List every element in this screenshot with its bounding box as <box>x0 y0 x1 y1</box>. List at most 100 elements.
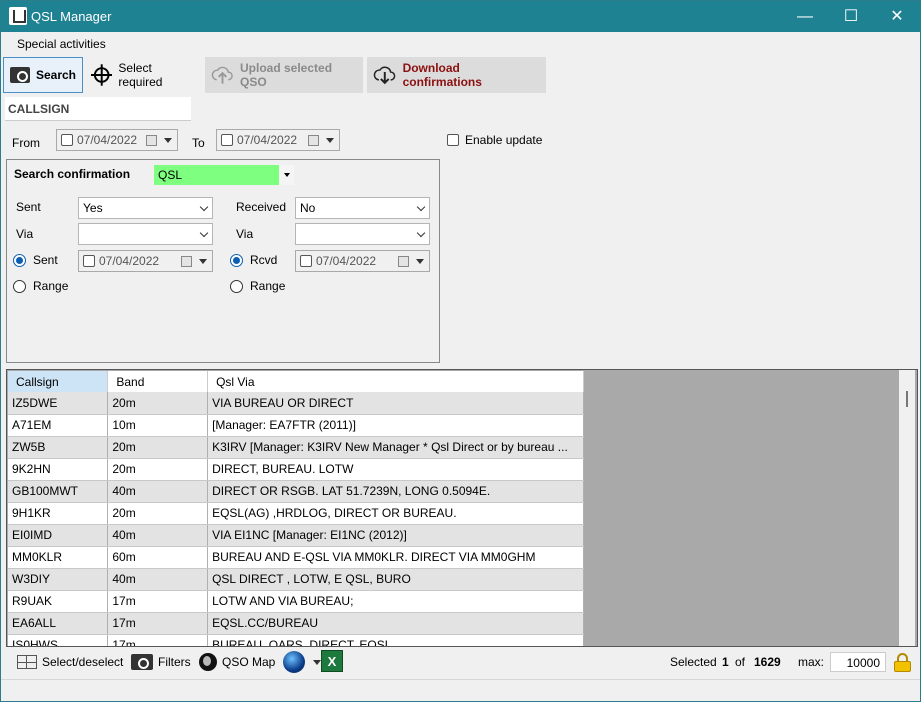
enable-update-box[interactable] <box>447 134 459 146</box>
radio-rcvd-dot[interactable] <box>230 253 243 267</box>
received-via-select[interactable] <box>295 223 430 245</box>
from-date-checkbox[interactable] <box>61 134 73 146</box>
to-date-picker[interactable]: 07/04/2022 <box>216 129 340 151</box>
table-row[interactable]: EA6ALL 17m EQSL.CC/BUREAU <box>8 612 584 635</box>
cell-qsl-via[interactable]: EQSL.CC/BUREAU <box>207 612 584 635</box>
filters-label: Filters <box>158 655 191 669</box>
cell-band[interactable]: 20m <box>107 458 209 481</box>
cell-band[interactable]: 20m <box>107 392 209 415</box>
table-row[interactable]: ZW5B 20m K3IRV [Manager: K3IRV New Manager… <box>8 436 584 459</box>
lock-icon[interactable] <box>894 653 911 672</box>
cell-band[interactable]: 40m <box>107 524 209 547</box>
cell-band[interactable]: 17m <box>107 634 209 646</box>
menu-special-activities[interactable]: Special activities <box>17 37 106 51</box>
maximize-button[interactable]: ☐ <box>828 1 874 32</box>
cell-qsl-via[interactable]: K3IRV [Manager: K3IRV New Manager * Qsl … <box>207 436 584 459</box>
table-row[interactable]: GB100MWT 40m DIRECT OR RSGB. LAT 51.7239N,… <box>8 480 584 503</box>
cell-band[interactable]: 40m <box>107 480 209 503</box>
cell-qsl-via[interactable]: EQSL(AG) ,HRDLOG, DIRECT OR BUREAU. <box>207 502 584 525</box>
cell-qsl-via[interactable]: BUREAU AND E-QSL VIA MM0KLR. DIRECT VIA … <box>207 546 584 569</box>
sent-label: Sent <box>16 200 41 214</box>
from-date-picker[interactable]: 07/04/2022 <box>56 129 178 151</box>
filters-button[interactable]: Filters <box>131 652 191 672</box>
qso-map-button[interactable]: QSO Map <box>199 652 275 672</box>
cell-callsign[interactable]: ZW5B <box>8 436 109 459</box>
cell-qsl-via[interactable]: BUREAU, QARS, DIRECT, EQSL <box>207 634 584 646</box>
cell-band[interactable]: 17m <box>107 612 209 635</box>
table-row[interactable]: W3DIY 40m QSL DIRECT , LOTW, E QSL, BURO <box>8 568 584 591</box>
to-date-checkbox[interactable] <box>221 134 233 146</box>
cell-callsign[interactable]: EI0IMD <box>8 524 109 547</box>
cell-band[interactable]: 20m <box>107 436 209 459</box>
sent-date-picker[interactable]: 07/04/2022 <box>78 250 213 272</box>
download-confirmations-button[interactable]: Download confirmations <box>367 57 546 93</box>
qso-grid[interactable]: Callsign Band Qsl Via IZ5DWE 20m VIA BUREA… <box>6 369 918 647</box>
cell-callsign[interactable]: MM0KLR <box>8 546 109 569</box>
rcvd-date-picker[interactable]: 07/04/2022 <box>295 250 430 272</box>
table-row[interactable]: IZ5DWE 20m VIA BUREAU OR DIRECT <box>8 392 584 415</box>
select-required-button[interactable]: Select required <box>85 57 203 93</box>
cell-qsl-via[interactable]: [Manager: EA7FTR (2011)] <box>207 414 584 437</box>
cell-qsl-via[interactable]: VIA EI1NC [Manager: EI1NC (2012)] <box>207 524 584 547</box>
table-row[interactable]: A71EM 10m [Manager: EA7FTR (2011)] <box>8 414 584 437</box>
cell-qsl-via[interactable]: LOTW AND VIA BUREAU; <box>207 590 584 613</box>
cell-callsign[interactable]: IS0HWS <box>8 634 109 646</box>
radio-sent-dot[interactable] <box>13 253 26 267</box>
radio-rcvd[interactable]: Rcvd <box>230 253 277 267</box>
cell-qsl-via[interactable]: VIA BUREAU OR DIRECT <box>207 392 584 415</box>
cell-callsign[interactable]: A71EM <box>8 414 109 437</box>
from-date-value: 07/04/2022 <box>77 133 138 147</box>
cell-band[interactable]: 17m <box>107 590 209 613</box>
sent-select[interactable]: Yes <box>78 197 213 219</box>
table-row[interactable]: R9UAK 17m LOTW AND VIA BUREAU; <box>8 590 584 613</box>
google-earth-button[interactable] <box>283 651 326 673</box>
radio-sent[interactable]: Sent <box>13 253 58 267</box>
table-row[interactable]: EI0IMD 40m VIA EI1NC [Manager: EI1NC (2012… <box>8 524 584 547</box>
cell-callsign[interactable]: GB100MWT <box>8 480 109 503</box>
rcvd-date-checkbox[interactable] <box>300 255 312 267</box>
column-header-callsign[interactable]: Callsign <box>8 371 109 392</box>
search-button[interactable]: Search <box>3 57 83 93</box>
enable-update-checkbox[interactable]: Enable update <box>447 133 542 147</box>
sent-date-checkbox[interactable] <box>83 255 95 267</box>
cell-callsign[interactable]: W3DIY <box>8 568 109 591</box>
table-row[interactable]: MM0KLR 60m BUREAU AND E-QSL VIA MM0KLR. DI… <box>8 546 584 569</box>
table-row[interactable]: 9K2HN 20m DIRECT, BUREAU. LOTW <box>8 458 584 481</box>
column-header-band[interactable]: Band <box>107 371 209 392</box>
cell-band[interactable]: 60m <box>107 546 209 569</box>
cell-band[interactable]: 10m <box>107 414 209 437</box>
table-row[interactable]: IS0HWS 17m BUREAU, QARS, DIRECT, EQSL <box>8 634 584 646</box>
cell-qsl-via[interactable]: QSL DIRECT , LOTW, E QSL, BURO <box>207 568 584 591</box>
radio-range-sent-dot[interactable] <box>13 279 26 293</box>
excel-export-button[interactable]: X <box>321 650 343 672</box>
cell-callsign[interactable]: IZ5DWE <box>8 392 109 415</box>
radio-range-rcvd[interactable]: Range <box>230 279 285 293</box>
radio-range-rcvd-dot[interactable] <box>230 279 243 293</box>
minimize-button[interactable]: — <box>782 1 828 32</box>
radio-range-sent[interactable]: Range <box>13 279 68 293</box>
scrollbar-thumb[interactable] <box>906 391 908 407</box>
cell-callsign[interactable]: R9UAK <box>8 590 109 613</box>
upload-selected-qso-button[interactable]: Upload selected QSO <box>205 57 363 93</box>
chevron-down-icon <box>416 202 426 212</box>
cell-band[interactable]: 20m <box>107 502 209 525</box>
received-select[interactable]: No <box>295 197 430 219</box>
table-row[interactable]: 9H1KR 20m EQSL(AG) ,HRDLOG, DIRECT OR BURE… <box>8 502 584 525</box>
app-icon <box>9 7 27 25</box>
dropdown-arrow-icon <box>164 137 172 143</box>
cell-band[interactable]: 40m <box>107 568 209 591</box>
vertical-scrollbar[interactable] <box>899 370 915 646</box>
cell-qsl-via[interactable]: DIRECT, BUREAU. LOTW <box>207 458 584 481</box>
cell-callsign[interactable]: EA6ALL <box>8 612 109 635</box>
calendar-icon <box>398 255 409 267</box>
cell-callsign[interactable]: 9H1KR <box>8 502 109 525</box>
sent-via-select[interactable] <box>78 223 213 245</box>
callsign-input[interactable]: CALLSIGN <box>5 97 191 121</box>
column-header-qsl-via[interactable]: Qsl Via <box>207 371 584 392</box>
select-deselect-button[interactable]: Select/deselect <box>17 652 123 672</box>
max-records-input[interactable]: 10000 <box>830 652 886 672</box>
cell-callsign[interactable]: 9K2HN <box>8 458 109 481</box>
confirmation-type-select[interactable]: QSL <box>154 165 294 185</box>
cell-qsl-via[interactable]: DIRECT OR RSGB. LAT 51.7239N, LONG 0.509… <box>207 480 584 503</box>
close-button[interactable]: ✕ <box>874 1 920 32</box>
